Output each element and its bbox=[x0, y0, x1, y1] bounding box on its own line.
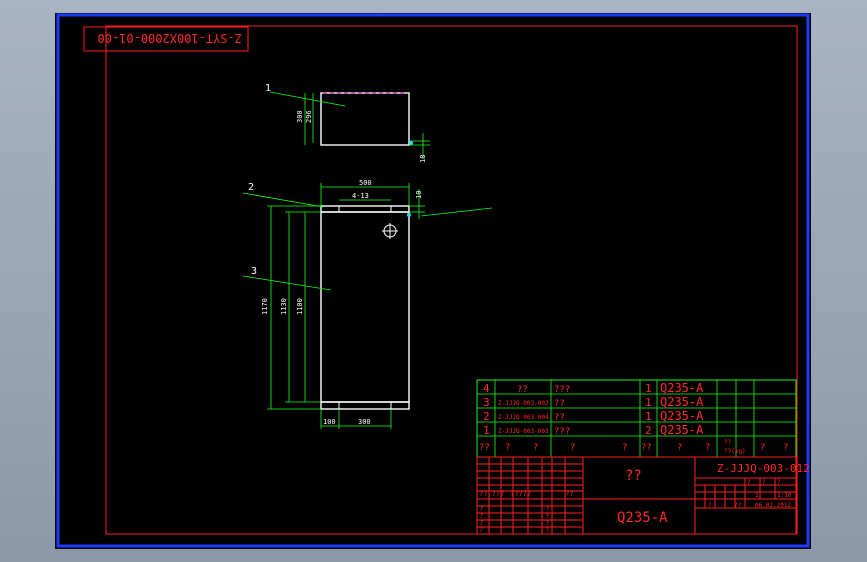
weight-label: ??(kg) bbox=[724, 448, 746, 455]
bom-no: 1 bbox=[483, 424, 490, 437]
title-sign-label: ?? bbox=[565, 490, 573, 498]
bom-header-cell: ? bbox=[705, 443, 710, 453]
code-box-text: Z-SYT-100X2000-01-00 bbox=[98, 31, 243, 45]
bom-no: 3 bbox=[483, 396, 490, 409]
bom-qty: 1 bbox=[645, 410, 652, 423]
bom-name: ??? bbox=[554, 385, 570, 395]
bom-name: ?? bbox=[554, 413, 565, 423]
bom-row: 2 Z-JJJQ-003-004 ?? 1 Q235-A bbox=[483, 409, 704, 423]
title-row-label: ? bbox=[479, 526, 483, 534]
bom-row: 3 Z-JJJQ-003-002 ?? 1 Q235-A bbox=[483, 395, 704, 409]
part-material: Q235-A bbox=[617, 510, 668, 526]
bom-mat: Q235-A bbox=[660, 395, 704, 409]
bom-header-cell: ?? bbox=[641, 443, 652, 453]
drawing-number: Z-JJJQ-003-012 bbox=[717, 462, 810, 475]
bom-code: Z-JJJQ-003-002 bbox=[498, 400, 549, 407]
part-3-body bbox=[320, 211, 410, 403]
bom-rows: 4 ?? ??? 1 Q235-A 3 Z-JJJQ-003-002 ?? 1 … bbox=[483, 381, 704, 437]
title-misc-2: ?? bbox=[734, 502, 742, 509]
weight-col-label: ? bbox=[747, 479, 751, 486]
bom-row: 4 ?? ??? 1 Q235-A bbox=[483, 381, 704, 395]
dim-bot-left: 100 bbox=[323, 418, 336, 426]
bom-header-cell: ?? bbox=[724, 439, 732, 446]
dim-overall-h: 1170 bbox=[261, 298, 269, 315]
dim-main-width: 500 bbox=[359, 179, 372, 187]
bom-no: 2 bbox=[483, 410, 490, 423]
balloon-2-leader bbox=[242, 192, 324, 208]
grip-point-1 bbox=[409, 141, 413, 145]
drawing-date: 06.02.2012 bbox=[755, 502, 792, 509]
bom-qty: 2 bbox=[645, 424, 652, 437]
bom-qty: 1 bbox=[645, 396, 652, 409]
bom-mat: Q235-A bbox=[660, 409, 704, 423]
part-name: ?? bbox=[625, 468, 642, 484]
part-2-bottom-flange bbox=[320, 401, 410, 410]
title-design-label: ?? ??? bbox=[479, 490, 504, 498]
bom-header-cell: ? bbox=[760, 443, 765, 453]
bom-code: Z-JJJQ-003-003 bbox=[498, 428, 549, 435]
dim-top-h2: 296 bbox=[305, 110, 313, 123]
bom-no: 4 bbox=[483, 382, 490, 395]
bom-code: Z-JJJQ-003-004 bbox=[498, 414, 549, 421]
bom-header-cell: ? bbox=[533, 443, 538, 453]
dim-mid-h: 1130 bbox=[280, 298, 288, 315]
balloon-3-leader bbox=[242, 275, 332, 291]
title-std-label: ????? bbox=[510, 490, 531, 498]
bom-header-cell: ? bbox=[570, 443, 575, 453]
bom-name: ?? bbox=[554, 399, 565, 409]
dim-top-gap: 18 bbox=[419, 155, 427, 163]
bom-qty: 1 bbox=[645, 382, 652, 395]
grip-point-2 bbox=[407, 213, 411, 217]
dim-main-offset: 10 bbox=[415, 191, 423, 199]
dim-bot-right: 300 bbox=[358, 418, 371, 426]
cad-viewport[interactable]: Z-SYT-100X2000-01-00 1 300 296 18 2 3 50… bbox=[55, 13, 811, 549]
bom-header: ?? ? ? ? ? ?? ? ? ?? ? ? ??(kg) bbox=[479, 439, 788, 455]
bom-header-cell: ? bbox=[505, 443, 510, 453]
bom-name: ??? bbox=[554, 427, 570, 437]
drawing-scale: 1:10 bbox=[777, 492, 792, 499]
part-2-top-flange bbox=[320, 205, 410, 213]
part-1-outline bbox=[320, 92, 410, 146]
balloon-1-leader bbox=[269, 91, 346, 107]
title-misc-1: ? bbox=[708, 502, 712, 509]
dim-top-h1: 300 bbox=[296, 110, 304, 123]
drawing-qty: 1 bbox=[755, 492, 759, 499]
drawing-canvas: Z-SYT-100X2000-01-00 1 300 296 18 2 3 50… bbox=[56, 13, 810, 548]
dim-inner-h: 1100 bbox=[296, 298, 304, 315]
bom-mat: Q235-A bbox=[660, 423, 704, 437]
title-side-label: ? bbox=[545, 526, 549, 534]
dim-main-holes: 4-13 bbox=[352, 192, 369, 200]
weight-col-label: ? bbox=[762, 479, 766, 486]
balloon-3: 3 bbox=[251, 266, 257, 277]
dim-offset-leader bbox=[420, 207, 493, 217]
bom-header-cell: ? bbox=[783, 443, 788, 453]
bom-header-cell: ? bbox=[622, 443, 627, 453]
bom-row: 1 Z-JJJQ-003-003 ??? 2 Q235-A bbox=[483, 423, 704, 437]
weight-col-label: ? bbox=[777, 479, 781, 486]
bom-header-cell: ?? bbox=[479, 443, 490, 453]
drawing-border bbox=[105, 25, 798, 535]
bom-code: ?? bbox=[517, 385, 528, 395]
bom-mat: Q235-A bbox=[660, 381, 704, 395]
bom-header-cell: ? bbox=[677, 443, 682, 453]
balloon-2: 2 bbox=[248, 182, 254, 193]
balloon-1: 1 bbox=[265, 83, 271, 94]
